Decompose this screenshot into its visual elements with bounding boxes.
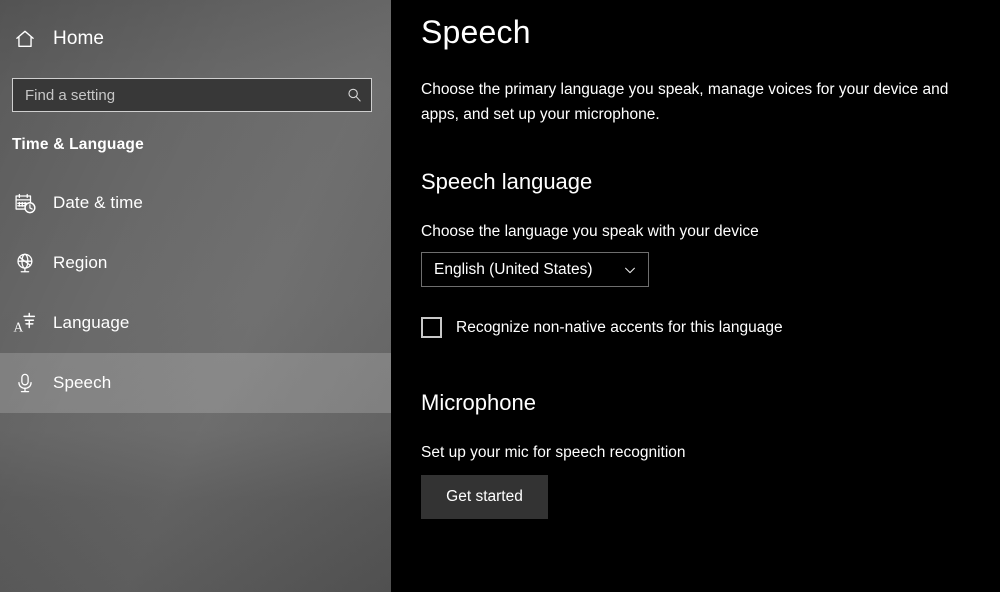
sidebar-category-title: Time & Language <box>12 136 144 153</box>
speech-language-heading: Speech language <box>421 169 593 194</box>
settings-window: Home Time & Language <box>0 0 1000 592</box>
settings-sidebar: Home Time & Language <box>0 0 391 592</box>
sidebar-item-region[interactable]: Region <box>0 233 391 293</box>
settings-content: Speech Choose the primary language you s… <box>391 0 1000 592</box>
speech-language-selected-value: English (United States) <box>434 260 593 278</box>
search-box[interactable] <box>12 78 372 112</box>
svg-text:A: A <box>13 319 23 334</box>
sidebar-item-label: Language <box>53 313 130 332</box>
globe-icon <box>12 250 38 276</box>
microphone-heading: Microphone <box>421 390 536 415</box>
speech-language-dropdown[interactable]: English (United States) <box>421 252 649 287</box>
sidebar-item-label: Speech <box>53 373 112 392</box>
sidebar-item-date-time[interactable]: Date & time <box>0 173 391 233</box>
sidebar-nav: Date & time Region A Language Speech <box>0 173 391 413</box>
chevron-down-icon <box>622 263 638 277</box>
microphone-label: Set up your mic for speech recognition <box>421 444 686 461</box>
recognize-accents-checkbox[interactable] <box>421 317 442 338</box>
search-icon[interactable] <box>337 79 371 111</box>
search-input[interactable] <box>13 79 337 111</box>
sidebar-item-label: Region <box>53 253 108 272</box>
get-started-button[interactable]: Get started <box>421 475 548 519</box>
speech-language-label: Choose the language you speak with your … <box>421 223 759 240</box>
home-icon <box>12 26 38 52</box>
recognize-accents-label: Recognize non-native accents for this la… <box>456 318 783 336</box>
calendar-clock-icon <box>12 190 38 216</box>
page-description: Choose the primary language you speak, m… <box>421 81 949 123</box>
sidebar-item-language[interactable]: A Language <box>0 293 391 353</box>
sidebar-item-home[interactable]: Home <box>0 19 391 59</box>
sidebar-item-speech[interactable]: Speech <box>0 353 391 413</box>
home-label: Home <box>53 28 105 49</box>
sidebar-item-label: Date & time <box>53 193 143 212</box>
recognize-accents-checkbox-row[interactable]: Recognize non-native accents for this la… <box>421 317 1000 338</box>
page-title: Speech <box>421 14 531 50</box>
microphone-icon <box>12 370 38 396</box>
language-icon: A <box>12 310 38 336</box>
